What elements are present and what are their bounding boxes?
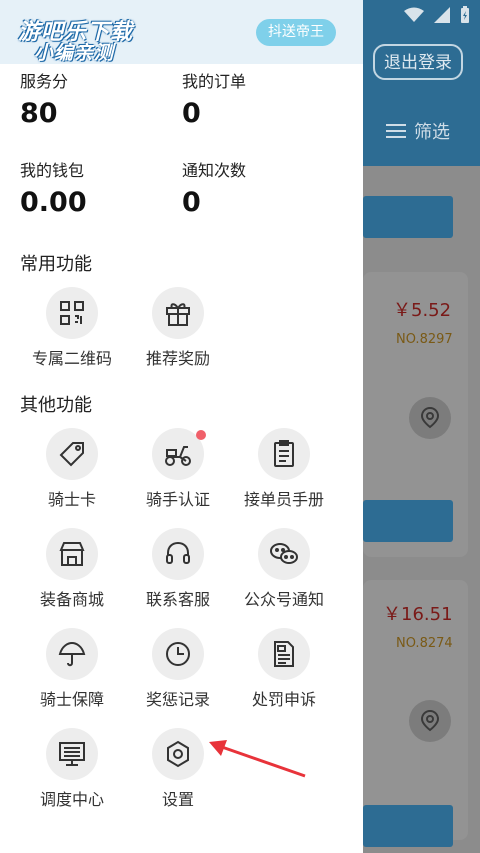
menu-item-label: 处罚申诉 — [251, 690, 316, 709]
menu-item-dispatch-center[interactable]: 调度中心 — [20, 728, 124, 810]
username-tag[interactable]: 抖送帝王 — [256, 19, 336, 46]
pointer-arrow-annotation — [209, 740, 306, 778]
menu-item-label: 联系客服 — [145, 590, 210, 609]
menu-item-label: 公众号通知 — [243, 590, 324, 609]
notification-dot — [196, 430, 206, 440]
menu-item-wechat-notification[interactable]: 公众号通知 — [232, 528, 336, 610]
stat-value: 0.00 — [20, 187, 87, 218]
stat-value: 0 — [182, 187, 201, 218]
watermark-line2: 小编亲测 — [34, 42, 115, 64]
stat-notifications[interactable]: 通知次数 0 — [182, 157, 246, 218]
menu-item-label: 专属二维码 — [31, 349, 112, 368]
order-number: NO.8297 — [396, 332, 453, 347]
menu-item-rider-insurance[interactable]: 骑士保障 — [20, 628, 124, 710]
stat-my-orders[interactable]: 我的订单 0 — [182, 68, 246, 129]
logout-button[interactable]: 退出登录 — [373, 44, 463, 80]
stat-label: 我的订单 — [182, 72, 247, 91]
menu-item-penalty-appeal[interactable]: 处罚申诉 — [232, 628, 336, 710]
action-bar[interactable] — [363, 196, 453, 238]
menu-item-rider-card[interactable]: 骑士卡 — [20, 428, 124, 510]
wifi-icon — [404, 7, 424, 22]
stat-label: 我的钱包 — [20, 161, 85, 180]
menu-item-rider-certification[interactable]: 骑手认证 — [126, 428, 230, 510]
section-title-common: 常用功能 — [20, 254, 92, 275]
filter-button[interactable]: 筛选 — [386, 118, 450, 144]
action-bar[interactable] — [363, 805, 453, 847]
action-bar[interactable] — [363, 500, 453, 542]
filter-label: 筛选 — [414, 122, 450, 143]
drawer-header: 游吧乐下载 小编亲测 抖送帝王 — [0, 0, 363, 64]
battery-icon — [461, 6, 469, 23]
menu-icon — [386, 124, 406, 138]
stat-my-wallet[interactable]: 我的钱包 0.00 — [20, 157, 87, 218]
order-number: NO.8274 — [396, 636, 453, 651]
menu-item-label: 推荐奖励 — [145, 349, 210, 368]
status-bar-icons — [404, 6, 470, 24]
location-icon[interactable] — [409, 700, 451, 742]
menu-item-reward-records[interactable]: 奖惩记录 — [126, 628, 230, 710]
menu-item-label: 骑士保障 — [39, 690, 104, 709]
menu-item-label: 骑士卡 — [47, 490, 96, 509]
menu-item-label: 接单员手册 — [243, 490, 324, 509]
menu-item-equipment-store[interactable]: 装备商城 — [20, 528, 124, 610]
monitor-icon — [46, 728, 98, 780]
menu-item-label: 调度中心 — [39, 790, 104, 809]
location-icon[interactable] — [409, 397, 451, 439]
menu-item-qr-code[interactable]: 专属二维码 — [20, 287, 124, 369]
tag-icon — [46, 428, 98, 480]
menu-item-customer-service[interactable]: 联系客服 — [126, 528, 230, 610]
menu-item-referral-reward[interactable]: 推荐奖励 — [126, 287, 230, 369]
stat-service-score[interactable]: 服务分 80 — [20, 68, 68, 129]
stat-value: 0 — [182, 98, 201, 129]
gear-icon — [152, 728, 204, 780]
order-price: ￥16.51 — [383, 604, 453, 625]
order-card[interactable]: ￥16.51 NO.8274 — [363, 580, 468, 840]
wechat-icon — [258, 528, 310, 580]
stat-label: 服务分 — [20, 72, 69, 91]
menu-item-handbook[interactable]: 接单员手册 — [232, 428, 336, 510]
qr-code-icon — [46, 287, 98, 339]
section-title-other: 其他功能 — [20, 395, 92, 416]
menu-item-label: 骑手认证 — [145, 490, 210, 509]
menu-item-label: 设置 — [161, 790, 194, 809]
menu-item-label: 奖惩记录 — [145, 690, 210, 709]
store-icon — [46, 528, 98, 580]
document-icon — [258, 628, 310, 680]
stat-value: 80 — [20, 98, 58, 129]
signal-icon — [434, 7, 450, 23]
scooter-icon — [152, 428, 206, 480]
side-drawer: 游吧乐下载 小编亲测 抖送帝王 服务分 80 我的订单 0 我的钱包 0.00 … — [0, 0, 363, 853]
clipboard-icon — [258, 428, 310, 480]
clock-icon — [152, 628, 204, 680]
order-price: ￥5.52 — [393, 300, 452, 321]
umbrella-icon — [46, 628, 98, 680]
headset-icon — [152, 528, 204, 580]
menu-item-label: 装备商城 — [39, 590, 104, 609]
stat-label: 通知次数 — [182, 161, 247, 180]
gift-icon — [152, 287, 204, 339]
